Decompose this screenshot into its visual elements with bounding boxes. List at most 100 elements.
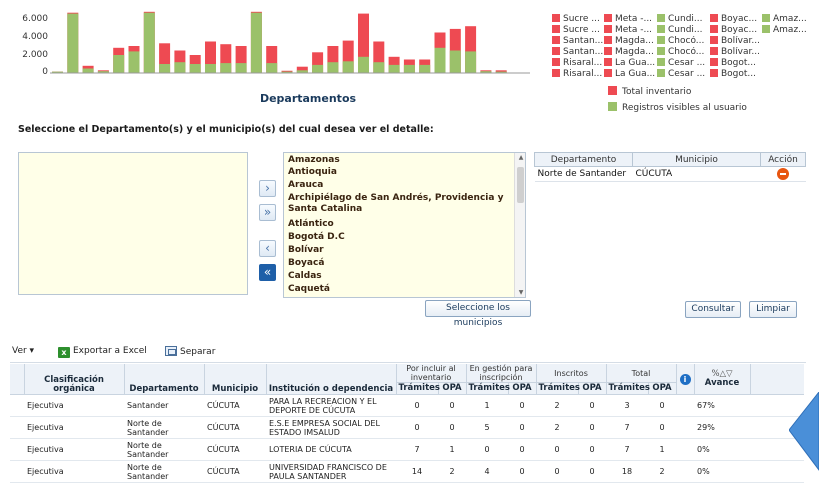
cell-value: 0 (508, 438, 537, 461)
bar-visible (128, 51, 140, 73)
cell-value: 0 (508, 460, 537, 483)
separar-label: Separar (180, 347, 216, 357)
cell-value: 0 (648, 394, 677, 417)
selection-table: Departamento Municipio Acción Norte de S… (534, 152, 806, 182)
bar-visible (388, 64, 400, 73)
legend-label: Cundi... (668, 14, 703, 24)
department-option[interactable]: Archipiélago de San Andrés, Providencia … (288, 193, 510, 215)
legend-label: Chocó... (668, 36, 705, 46)
bar-visible (373, 62, 385, 73)
export-excel-button[interactable]: x Exportar a Excel (58, 346, 147, 358)
bar-visible (189, 64, 201, 73)
legend-swatch (604, 14, 612, 22)
cell-info (676, 460, 695, 483)
department-option[interactable]: Bolívar (288, 245, 510, 256)
department-option[interactable]: Arauca (288, 180, 510, 191)
y-tick-label: 0 (42, 67, 48, 77)
consultar-button[interactable]: Consultar (685, 301, 741, 318)
cell-avance: 0% (694, 438, 751, 461)
legend-label: Sucre ... (563, 14, 600, 24)
limpiar-button[interactable]: Limpiar (749, 301, 797, 318)
scroll-up-icon[interactable]: ▲ (517, 154, 525, 161)
legend-label: Sucre ... (563, 25, 600, 35)
bar-chart (50, 11, 530, 74)
department-option[interactable]: Bogotá D.C (288, 232, 510, 243)
department-option[interactable]: Amazonas (288, 155, 510, 166)
legend-entry: Amaz... (762, 14, 814, 24)
col-tramites: Trámites (466, 382, 510, 395)
row-selector-header (10, 364, 25, 395)
bar-visible (143, 12, 155, 73)
bar-visible (465, 51, 477, 73)
cell-value: 0 (438, 416, 466, 439)
scroll-thumb[interactable] (517, 167, 524, 203)
chart-legend-grid: Sucre ... Meta -... Cundi... Boyac... Amaz..… (552, 0, 819, 80)
legend-swatch (604, 69, 612, 77)
col-opa: OPA (508, 382, 537, 395)
cell-avance: 29% (694, 416, 751, 439)
legend-label: Boyac... (721, 25, 758, 35)
legend-label: Boyac... (721, 14, 758, 24)
select-municipios-button[interactable]: Seleccione los municipios (425, 300, 531, 328)
department-option[interactable]: Caquetá (288, 284, 510, 295)
legend-total-inventario: Total inventario (608, 86, 691, 97)
legend-label: Chocó... (668, 47, 705, 57)
legend-entry: Sucre ... (552, 14, 604, 24)
legend-swatch (552, 47, 560, 55)
cell-value: 1 (438, 438, 466, 461)
legend-entry: Risaral... (552, 58, 604, 68)
legend-swatch (657, 25, 665, 33)
department-option[interactable]: Antioquia (288, 167, 510, 178)
cell-institucion: E.S.E EMPRESA SOCIAL DEL ESTADO IMSALUD (266, 416, 396, 439)
legend-entry: Bolívar... (710, 47, 762, 57)
col-municipio: Municipio (632, 152, 761, 167)
table-row[interactable]: Ejecutiva Santander CÚCUTA PARA LA RECREACI… (10, 394, 805, 417)
bar-visible (327, 62, 339, 73)
bar-visible (67, 13, 79, 74)
cell-value: 3 (606, 394, 649, 417)
col-tramites: Trámites (536, 382, 580, 395)
selected-items-list[interactable] (18, 152, 248, 295)
scroll-down-icon[interactable]: ▼ (517, 289, 525, 296)
cell-municipio: CÚCUTA (204, 416, 266, 439)
cell-info (676, 394, 695, 417)
legend-label: Registros visibles al usuario (622, 103, 747, 113)
table-row[interactable]: Ejecutiva Norte de Santander CÚCUTA E.S.E E… (10, 416, 805, 439)
department-option[interactable]: Caldas (288, 271, 510, 282)
departments-scrollbar[interactable]: ▲ ▼ (514, 153, 525, 297)
bar-visible (113, 55, 125, 73)
col-departamento: Departamento (124, 364, 205, 395)
legend-entry: Magda... (604, 36, 656, 46)
remove-icon[interactable] (777, 168, 789, 180)
table-row[interactable]: Ejecutiva Norte de Santander CÚCUTA UNIVERS… (10, 460, 805, 483)
chart-title: Departamentos (259, 92, 357, 105)
department-option[interactable]: Boyacá (288, 258, 510, 269)
cell-value: 18 (606, 460, 649, 483)
move-all-left-button[interactable]: « (259, 264, 276, 281)
legend-entry: La Gua... (604, 69, 656, 79)
selection-row: Norte de Santander CÚCUTA (534, 166, 806, 182)
cell-value: 14 (396, 460, 438, 483)
cell-institucion: PARA LA RECREACION Y EL DEPORTE DE CÚCUT… (266, 394, 396, 417)
cell-value: 0 (508, 416, 537, 439)
row-selector (10, 416, 24, 439)
y-tick-label: 6.000 (22, 14, 48, 24)
legend-swatch (710, 14, 718, 22)
legend-entry: Bogot... (710, 69, 762, 79)
info-icon[interactable]: i (679, 373, 691, 385)
move-right-button[interactable]: › (259, 180, 276, 197)
legend-swatch (710, 47, 718, 55)
table-row[interactable]: Ejecutiva Norte de Santander CÚCUTA LOTERIA… (10, 438, 805, 461)
departments-list[interactable]: Amazonas Antioquia Arauca Archipiélago d… (283, 152, 526, 298)
move-left-button[interactable]: ‹ (259, 240, 276, 257)
separar-button[interactable]: Separar (165, 346, 215, 357)
cell-municipio: CÚCUTA (204, 438, 266, 461)
col-clasificacion: Clasificación orgánica (24, 364, 125, 395)
group-total: Total (606, 364, 677, 383)
col-avance[interactable]: %△▽ Avance (694, 364, 751, 395)
ver-menu[interactable]: Ver ▾ (12, 346, 34, 356)
department-option[interactable]: Atlántico (288, 219, 510, 230)
cell-institucion: LOTERIA DE CÚCUTA (266, 438, 396, 461)
move-all-right-button[interactable]: » (259, 204, 276, 221)
cell-departamento: Norte de Santander (124, 416, 204, 439)
